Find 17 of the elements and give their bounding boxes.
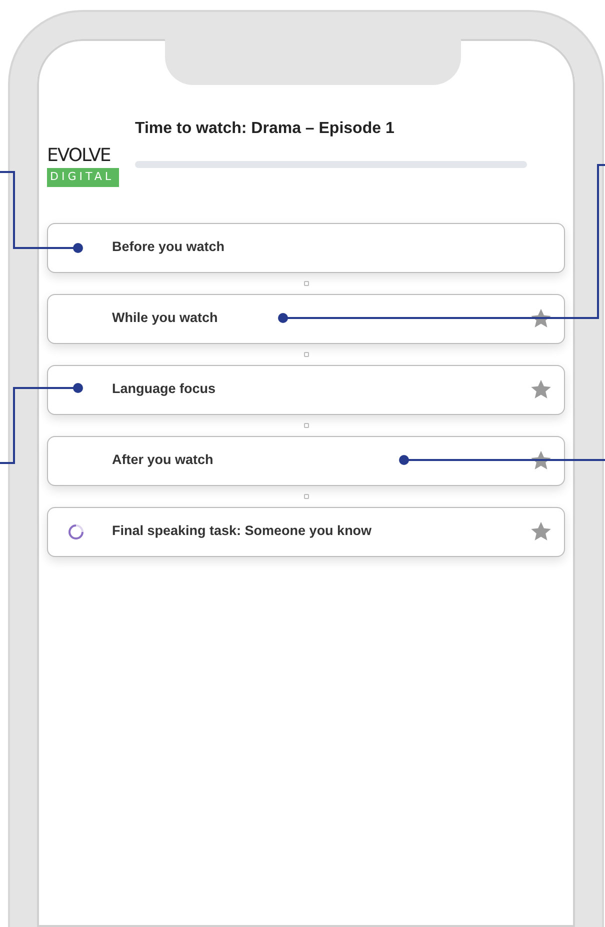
lesson-title: While you watch: [112, 309, 218, 328]
star-icon[interactable]: [530, 308, 552, 329]
lesson-item[interactable]: Final speaking task: Someone you know: [47, 506, 565, 556]
lesson-title: Before you watch: [112, 238, 225, 256]
lesson-item[interactable]: While you watch: [47, 294, 565, 344]
lesson-item[interactable]: Before you watch: [47, 222, 565, 272]
lesson-title: Final speaking task: Someone you know: [112, 522, 372, 540]
logo-wordmark: EVOLVE: [47, 147, 112, 165]
lesson-item[interactable]: After you watch: [47, 436, 565, 486]
star-icon[interactable]: [530, 521, 552, 542]
star-icon[interactable]: [530, 450, 552, 471]
lesson-title: After you watch: [112, 451, 214, 470]
logo-tagline: DIGITAL: [47, 168, 119, 186]
star-icon[interactable]: [530, 379, 552, 400]
lesson-title: Time to watch: Drama – Episode 1: [135, 119, 396, 139]
lesson-title: Language focus: [112, 380, 216, 398]
lesson-item[interactable]: Language focus: [47, 364, 565, 414]
